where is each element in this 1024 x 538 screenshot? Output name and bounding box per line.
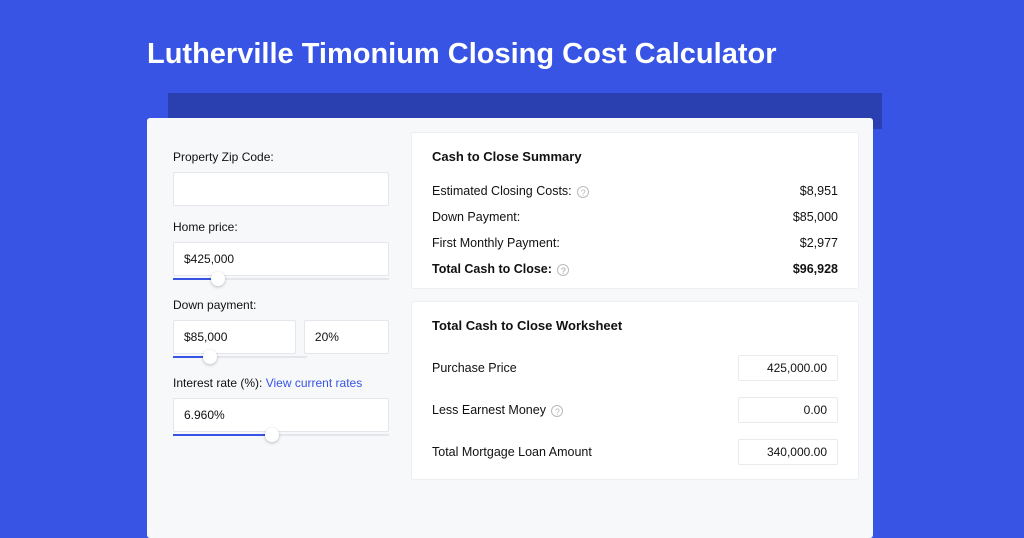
zip-input[interactable] xyxy=(184,182,378,196)
worksheet-row-label: Total Mortgage Loan Amount xyxy=(432,445,592,459)
summary-row-value: $2,977 xyxy=(800,236,838,250)
down-payment-label: Down payment: xyxy=(173,298,389,312)
interest-label: Interest rate (%): View current rates xyxy=(173,376,389,390)
interest-slider[interactable] xyxy=(173,430,389,440)
interest-input[interactable] xyxy=(184,408,378,422)
zip-input-wrap[interactable] xyxy=(173,172,389,206)
worksheet-row-label: Purchase Price xyxy=(432,361,517,375)
help-icon[interactable]: ? xyxy=(557,264,569,276)
home-price-slider[interactable] xyxy=(173,274,389,284)
worksheet-row: Less Earnest Money ? 0.00 xyxy=(432,389,838,431)
worksheet-row-label: Less Earnest Money ? xyxy=(432,403,563,417)
summary-row: Down Payment: $85,000 xyxy=(432,204,838,230)
slider-thumb[interactable] xyxy=(203,350,217,364)
results-column: Cash to Close Summary Estimated Closing … xyxy=(411,118,873,538)
down-payment-slider[interactable] xyxy=(173,352,307,362)
summary-total-label: Total Cash to Close: xyxy=(432,262,552,276)
home-price-label: Home price: xyxy=(173,220,389,234)
worksheet-heading: Total Cash to Close Worksheet xyxy=(432,318,838,333)
worksheet-row: Total Mortgage Loan Amount 340,000.00 xyxy=(432,431,838,473)
summary-row-label: First Monthly Payment: xyxy=(432,236,560,250)
calculator-card: Property Zip Code: Home price: Down paym… xyxy=(147,118,873,538)
summary-panel: Cash to Close Summary Estimated Closing … xyxy=(411,132,859,289)
slider-thumb[interactable] xyxy=(211,272,225,286)
summary-total-value: $96,928 xyxy=(793,262,838,276)
summary-row-label: Estimated Closing Costs: ? xyxy=(432,184,589,198)
inputs-column: Property Zip Code: Home price: Down paym… xyxy=(147,118,411,538)
summary-row-value: $85,000 xyxy=(793,210,838,224)
interest-label-text: Interest rate (%): xyxy=(173,376,262,390)
summary-row-label: Down Payment: xyxy=(432,210,520,224)
down-payment-field: Down payment: xyxy=(173,298,389,362)
worksheet-row-value[interactable]: 425,000.00 xyxy=(738,355,838,381)
home-price-input-wrap[interactable] xyxy=(173,242,389,276)
down-payment-pct-wrap[interactable] xyxy=(304,320,389,354)
page-title: Lutherville Timonium Closing Cost Calcul… xyxy=(0,0,1024,71)
summary-row-value: $8,951 xyxy=(800,184,838,198)
worksheet-row: Purchase Price 425,000.00 xyxy=(432,347,838,389)
home-price-field: Home price: xyxy=(173,220,389,284)
worksheet-row-value[interactable]: 340,000.00 xyxy=(738,439,838,465)
worksheet-panel: Total Cash to Close Worksheet Purchase P… xyxy=(411,301,859,480)
zip-field: Property Zip Code: xyxy=(173,150,389,206)
down-payment-input[interactable] xyxy=(184,330,285,344)
interest-field: Interest rate (%): View current rates xyxy=(173,376,389,440)
summary-total-row: Total Cash to Close: ? $96,928 xyxy=(432,256,838,282)
view-rates-link[interactable]: View current rates xyxy=(266,376,363,390)
summary-row: Estimated Closing Costs: ? $8,951 xyxy=(432,178,838,204)
down-payment-input-wrap[interactable] xyxy=(173,320,296,354)
help-icon[interactable]: ? xyxy=(551,405,563,417)
summary-heading: Cash to Close Summary xyxy=(432,149,838,164)
down-payment-pct-input[interactable] xyxy=(315,330,378,344)
interest-input-wrap[interactable] xyxy=(173,398,389,432)
zip-label: Property Zip Code: xyxy=(173,150,389,164)
summary-row: First Monthly Payment: $2,977 xyxy=(432,230,838,256)
home-price-input[interactable] xyxy=(184,252,378,266)
worksheet-row-value[interactable]: 0.00 xyxy=(738,397,838,423)
slider-thumb[interactable] xyxy=(265,428,279,442)
help-icon[interactable]: ? xyxy=(577,186,589,198)
